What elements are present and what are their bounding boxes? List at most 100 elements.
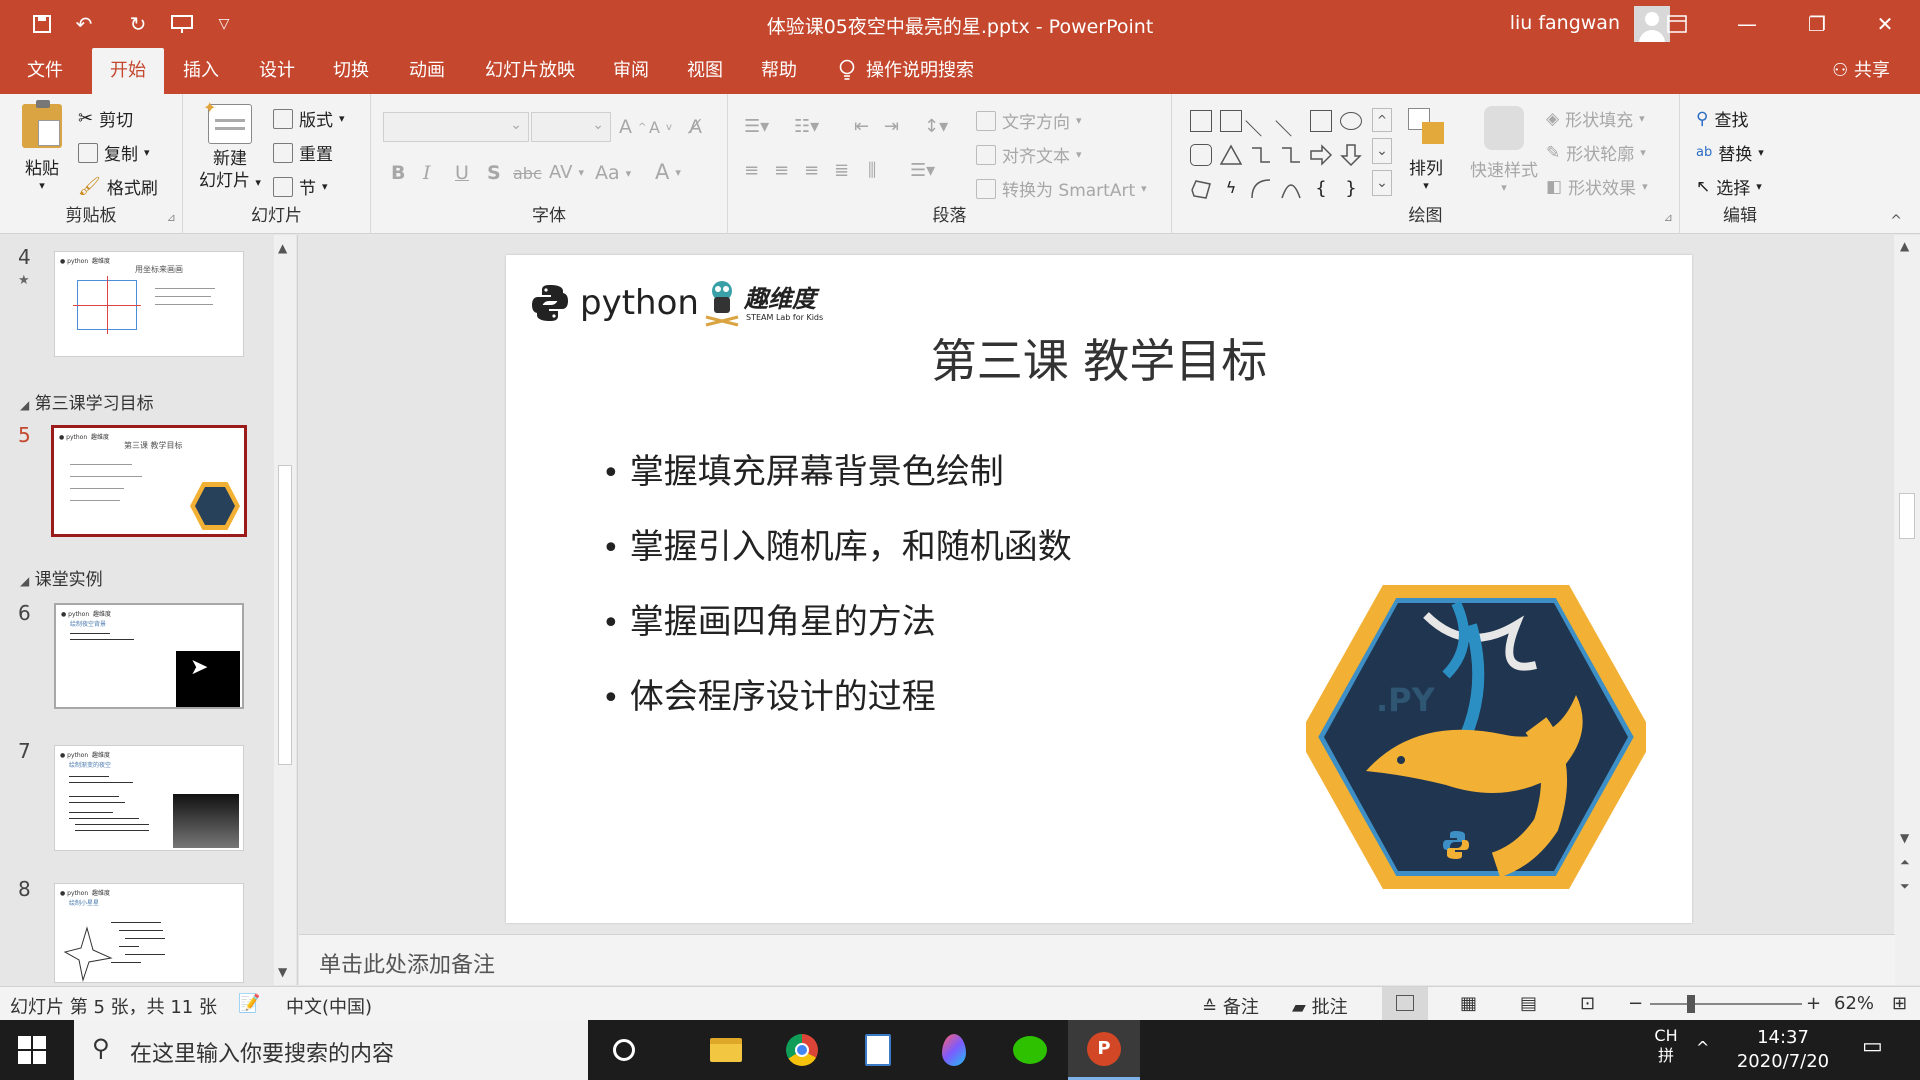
- zoom-level[interactable]: 62%: [1834, 993, 1874, 1014]
- zoom-slider-track[interactable]: [1650, 1003, 1802, 1005]
- comments-button[interactable]: ▰ 批注: [1292, 993, 1348, 1019]
- arrange-button[interactable]: 排列 ▾: [1406, 106, 1446, 191]
- cortana-icon[interactable]: [588, 1020, 660, 1080]
- file-explorer-icon[interactable]: [690, 1020, 762, 1080]
- tab-file[interactable]: 文件: [12, 48, 78, 94]
- columns-icon[interactable]: ⫼: [868, 160, 876, 181]
- bold-button[interactable]: B: [391, 162, 405, 184]
- shape-lightning-icon[interactable]: ϟ: [1220, 178, 1242, 200]
- numbering-icon[interactable]: ☷▾: [794, 116, 819, 137]
- section-header-1[interactable]: ◢ 第三课学习目标: [20, 389, 154, 414]
- tab-design[interactable]: 设计: [244, 48, 310, 94]
- zoom-in-icon[interactable]: +: [1806, 993, 1821, 1014]
- shape-arrow-line-icon[interactable]: [1275, 105, 1307, 137]
- shape-right-arrow-icon[interactable]: [1310, 144, 1333, 166]
- restore-icon[interactable]: ❐: [1782, 0, 1852, 48]
- strikethrough-button[interactable]: abc: [513, 164, 542, 183]
- replace-button[interactable]: ab 替换 ▾: [1696, 140, 1764, 165]
- notes-placeholder[interactable]: 单击此处添加备注: [319, 947, 495, 979]
- taskbar-clock[interactable]: 14:37 2020/7/20: [1728, 1026, 1838, 1074]
- section-button[interactable]: 节 ▾: [273, 174, 328, 199]
- tab-slideshow[interactable]: 幻灯片放映: [476, 48, 584, 94]
- copy-button[interactable]: 复制 ▾: [78, 140, 150, 165]
- color-app-icon[interactable]: [918, 1020, 990, 1080]
- scroll-down-icon[interactable]: ▼: [278, 965, 287, 979]
- layout-button[interactable]: 版式 ▾: [273, 106, 345, 131]
- paragraph-spacing-icon[interactable]: ☰▾: [910, 160, 935, 181]
- font-family-select[interactable]: ⌄: [383, 112, 529, 142]
- powerpoint-taskbar-icon[interactable]: P: [1068, 1020, 1140, 1080]
- customize-toolbar-icon[interactable]: ▽: [208, 10, 240, 38]
- dialog-launcher-icon[interactable]: ⊿: [1664, 211, 1673, 224]
- bullet-item[interactable]: 掌握引入随机库，和随机函数: [602, 510, 1072, 585]
- taskbar-search[interactable]: ⚲ 在这里输入你要搜索的内容: [74, 1020, 588, 1080]
- shapes-scroll-down-icon[interactable]: ⌄: [1372, 138, 1392, 164]
- align-center-icon[interactable]: ≡: [774, 160, 789, 181]
- notification-icon[interactable]: ▭: [1862, 1034, 1883, 1059]
- align-text-button[interactable]: 对齐文本 ▾: [976, 142, 1082, 167]
- shape-freeform-icon[interactable]: [1190, 178, 1212, 200]
- redo-icon[interactable]: ↻: [122, 10, 154, 38]
- slide-scroll-thumb[interactable]: [1899, 493, 1915, 539]
- smartart-button[interactable]: 转换为 SmartArt ▾: [976, 176, 1147, 201]
- close-icon[interactable]: ✕: [1850, 0, 1920, 48]
- slide-title[interactable]: 第三课 教学目标: [506, 325, 1692, 391]
- scroll-up-icon[interactable]: ▲: [1900, 239, 1909, 253]
- shape-outline-button[interactable]: ✎ 形状轮廓 ▾: [1546, 140, 1646, 166]
- slideshow-view-icon[interactable]: ⊡: [1580, 993, 1595, 1014]
- slide-thumbnail-5[interactable]: ● python 趣维度 第三课 教学目标: [51, 425, 247, 537]
- windows-start-icon[interactable]: [18, 1036, 46, 1064]
- text-shadow-button[interactable]: S: [487, 162, 501, 184]
- slide-scrollbar[interactable]: ▲ ▼ ⏶ ⏷: [1894, 235, 1920, 985]
- previous-slide-icon[interactable]: ⏶: [1900, 855, 1910, 870]
- tab-animations[interactable]: 动画: [394, 48, 460, 94]
- slide-thumbnail-8[interactable]: ● python 趣维度 绘制小星星: [54, 883, 244, 983]
- increase-indent-icon[interactable]: ⇥: [884, 116, 899, 137]
- chrome-icon[interactable]: [766, 1020, 838, 1080]
- shape-line-icon[interactable]: [1245, 105, 1277, 137]
- notes-toggle-button[interactable]: ≙ 备注: [1202, 993, 1259, 1019]
- clear-format-icon[interactable]: A̸: [689, 116, 702, 138]
- collapse-ribbon-icon[interactable]: ^: [1890, 213, 1902, 229]
- thumbnail-scroll-thumb[interactable]: [278, 465, 292, 765]
- shape-fill-button[interactable]: ◈ 形状填充 ▾: [1546, 106, 1645, 132]
- ribbon-display-icon[interactable]: [1642, 0, 1712, 48]
- tray-expand-icon[interactable]: ^: [1696, 1038, 1709, 1057]
- next-slide-icon[interactable]: ⏷: [1900, 879, 1910, 894]
- grow-font-icon[interactable]: A ^: [619, 116, 646, 138]
- format-painter-button[interactable]: 🖌 格式刷: [78, 174, 158, 199]
- char-spacing-button[interactable]: AV ▾: [549, 162, 584, 183]
- tab-help[interactable]: 帮助: [746, 48, 812, 94]
- font-size-select[interactable]: ⌄: [531, 112, 611, 142]
- align-left-icon[interactable]: ≡: [744, 160, 759, 181]
- paste-button[interactable]: 粘贴 ▾: [22, 100, 62, 191]
- italic-button[interactable]: I: [423, 162, 431, 184]
- tab-transitions[interactable]: 切换: [318, 48, 384, 94]
- reading-view-icon[interactable]: ▤: [1520, 993, 1537, 1014]
- share-button[interactable]: ⚇ 共享: [1832, 48, 1890, 94]
- bullet-item[interactable]: 掌握填充屏幕背景色绘制: [602, 435, 1072, 510]
- scroll-down-icon[interactable]: ▼: [1900, 831, 1909, 845]
- bullets-icon[interactable]: ☰▾: [744, 116, 769, 137]
- slide-canvas[interactable]: python 趣维度 STEAM Lab for Kids 第三课 教学目标 掌…: [506, 255, 1692, 923]
- shape-textbox-icon[interactable]: [1190, 110, 1212, 132]
- decrease-indent-icon[interactable]: ⇤: [854, 116, 869, 137]
- justify-icon[interactable]: ≣: [834, 160, 849, 181]
- shape-left-brace-icon[interactable]: {: [1310, 178, 1332, 200]
- slide-thumbnail-7[interactable]: ● python 趣维度 绘制渐变的夜空: [54, 745, 244, 851]
- spell-check-icon[interactable]: 📝: [238, 993, 260, 1014]
- section-header-2[interactable]: ◢ 课堂实例: [20, 565, 103, 590]
- shapes-more-icon[interactable]: ⌄: [1372, 170, 1392, 196]
- shape-oval-icon[interactable]: [1340, 112, 1362, 130]
- bullet-list[interactable]: 掌握填充屏幕背景色绘制 掌握引入随机库，和随机函数 掌握画四角星的方法 体会程序…: [602, 435, 1072, 735]
- normal-view-button[interactable]: [1382, 987, 1428, 1021]
- shape-down-arrow-icon[interactable]: [1340, 144, 1362, 167]
- font-color-button[interactable]: A ▾: [655, 160, 681, 184]
- user-name[interactable]: liu fangwan: [1510, 12, 1620, 34]
- tab-view[interactable]: 视图: [672, 48, 738, 94]
- quick-styles-button[interactable]: 快速样式 ▾: [1470, 106, 1538, 193]
- shape-elbow-icon[interactable]: [1250, 144, 1272, 166]
- wechat-icon[interactable]: [994, 1020, 1066, 1080]
- python-badge-image[interactable]: .PY: [1306, 585, 1646, 889]
- slide-sorter-icon[interactable]: ▦: [1460, 993, 1477, 1014]
